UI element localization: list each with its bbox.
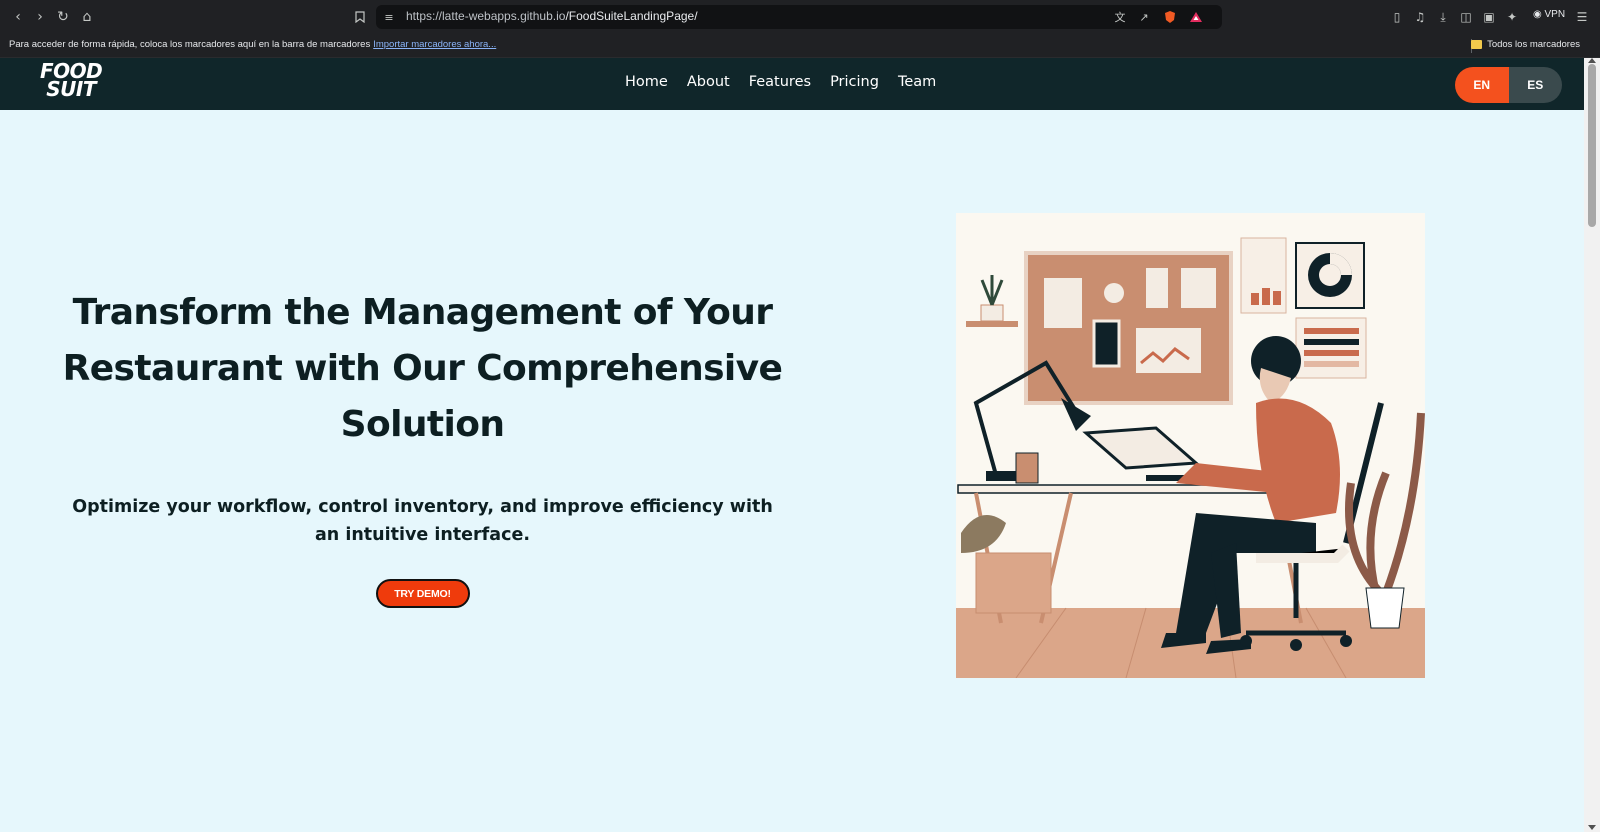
reload-icon[interactable]: ↻ <box>53 7 73 27</box>
lang-es-button[interactable]: ES <box>1508 67 1562 103</box>
sidebar-icon[interactable]: ◫ <box>1457 8 1475 26</box>
main-nav: Home About Features Pricing Team <box>625 74 936 90</box>
vpn-button[interactable]: ◉ VPN <box>1533 9 1565 20</box>
browser-toolbar: ‹ › ↻ ⌂ ≡ https://latte-webapps.github.i… <box>0 0 1600 34</box>
brave-rewards-icon[interactable] <box>1188 9 1204 25</box>
site-settings-icon[interactable]: ≡ <box>381 9 397 25</box>
page-scrollbar[interactable] <box>1584 58 1600 832</box>
media-icon[interactable]: ♫ <box>1411 8 1429 26</box>
extensions-icon[interactable]: ▯ <box>1388 8 1406 26</box>
share-icon[interactable]: ↗ <box>1136 9 1152 25</box>
foodsuit-logo[interactable]: FOOD SUIT <box>40 61 103 99</box>
scroll-up-icon[interactable] <box>1588 58 1596 63</box>
translate-icon[interactable]: 文 <box>1112 9 1128 25</box>
forward-icon[interactable]: › <box>30 7 50 27</box>
folder-icon <box>1471 40 1483 49</box>
scroll-thumb[interactable] <box>1588 64 1596 227</box>
hero-illustration <box>956 213 1425 678</box>
bookmarks-bar: Para acceder de forma rápida, coloca los… <box>0 34 1600 58</box>
try-demo-button[interactable]: TRY DEMO! <box>375 579 470 608</box>
site-header: FOOD SUIT Home About Features Pricing Te… <box>0 58 1584 110</box>
home-icon[interactable]: ⌂ <box>77 7 97 27</box>
nav-features[interactable]: Features <box>749 74 811 90</box>
all-bookmarks-button[interactable]: Todos los marcadores <box>1471 39 1580 50</box>
menu-icon[interactable]: ☰ <box>1573 8 1591 26</box>
nav-pricing[interactable]: Pricing <box>830 74 879 90</box>
hero-subtitle: Optimize your workflow, control inventor… <box>72 497 773 545</box>
nav-home[interactable]: Home <box>625 74 668 90</box>
hero-section: Transform the Management of Your Restaur… <box>40 285 805 608</box>
import-bookmarks-link[interactable]: Importar marcadores ahora... <box>373 39 496 50</box>
url-text: https://latte-webapps.github.io/FoodSuit… <box>406 9 698 23</box>
lang-en-button[interactable]: EN <box>1455 67 1509 103</box>
download-icon[interactable]: ⤓ <box>1434 8 1452 26</box>
address-bar[interactable]: ≡ https://latte-webapps.github.io/FoodSu… <box>376 5 1222 29</box>
back-icon[interactable]: ‹ <box>8 7 28 27</box>
nav-team[interactable]: Team <box>898 74 936 90</box>
language-switcher: EN ES <box>1455 67 1562 103</box>
scroll-down-icon[interactable] <box>1588 825 1596 830</box>
hero-title: Transform the Management of Your Restaur… <box>62 292 783 445</box>
leo-icon[interactable]: ✦ <box>1503 8 1521 26</box>
brave-shields-icon[interactable] <box>1162 9 1178 25</box>
nav-about[interactable]: About <box>687 74 730 90</box>
bookmark-icon[interactable] <box>350 7 370 27</box>
wallet-icon[interactable]: ▣ <box>1480 8 1498 26</box>
bookmark-prompt: Para acceder de forma rápida, coloca los… <box>9 39 497 50</box>
